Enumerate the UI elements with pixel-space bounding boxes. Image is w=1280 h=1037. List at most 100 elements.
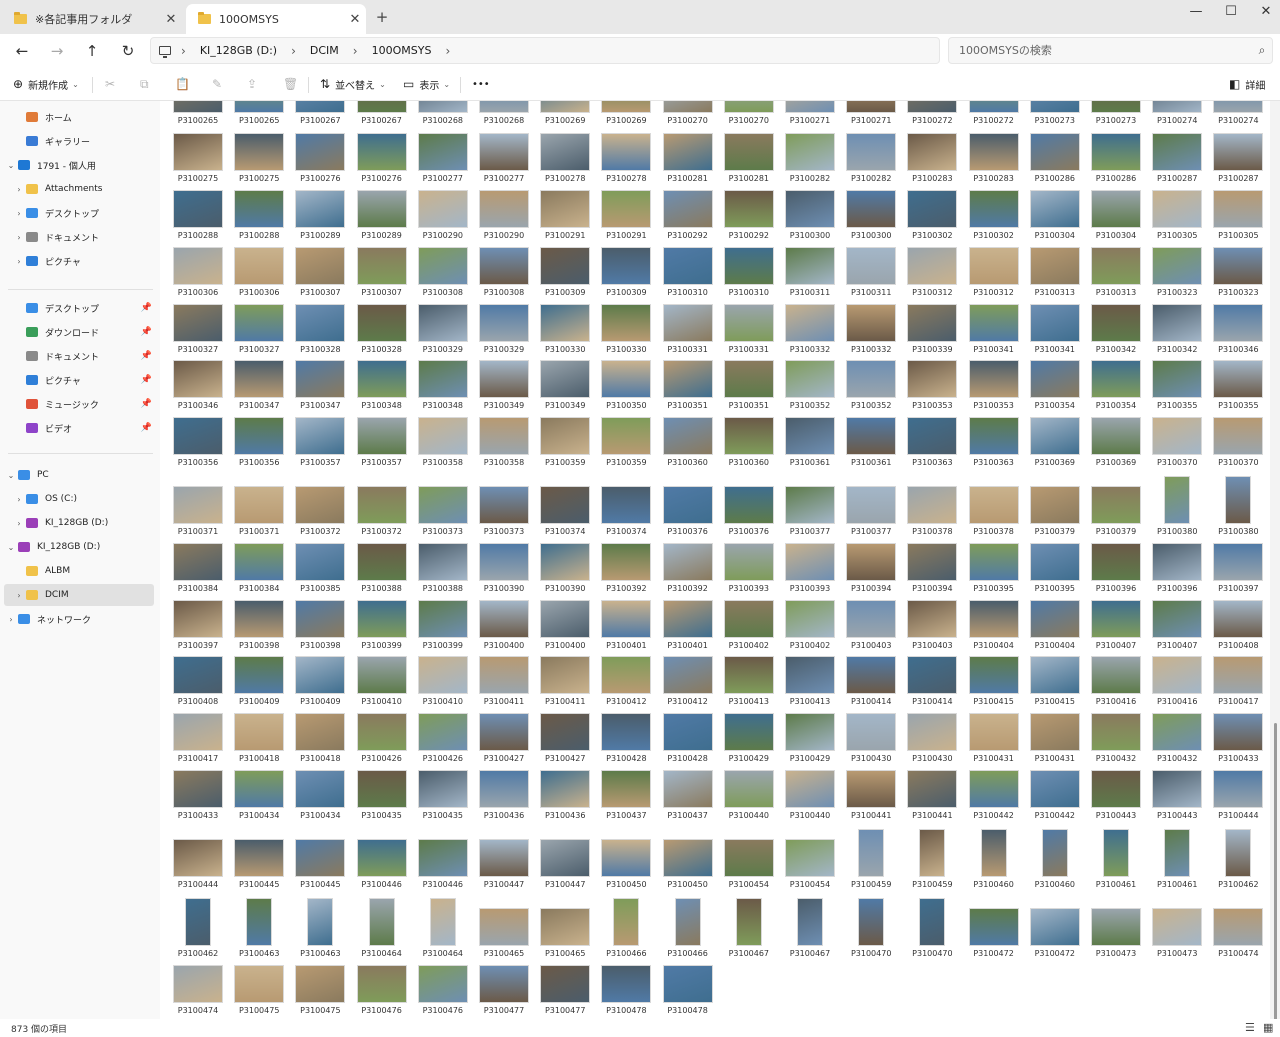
photo-thumbnail[interactable]: P3100450 bbox=[659, 839, 717, 895]
photo-thumbnail[interactable]: P3100466 bbox=[659, 898, 717, 964]
photo-thumbnail[interactable]: P3100410 bbox=[414, 656, 472, 712]
photo-thumbnail[interactable]: P3100443 bbox=[1087, 770, 1145, 826]
photo-thumbnail[interactable]: P3100380 bbox=[1209, 476, 1267, 542]
sidebar-item[interactable]: › ドキュメント bbox=[4, 226, 154, 248]
photo-thumbnail[interactable]: P3100351 bbox=[720, 360, 778, 416]
expand-chevron-icon[interactable]: › bbox=[12, 591, 26, 600]
photo-thumbnail[interactable]: P3100323 bbox=[1209, 247, 1267, 303]
photo-thumbnail[interactable]: P3100396 bbox=[1087, 543, 1145, 599]
photo-thumbnail[interactable]: P3100353 bbox=[965, 360, 1023, 416]
forward-button[interactable]: → bbox=[45, 39, 69, 63]
photo-thumbnail[interactable]: P3100444 bbox=[169, 839, 227, 895]
photo-thumbnail[interactable]: P3100401 bbox=[597, 600, 655, 656]
photo-thumbnail[interactable]: P3100466 bbox=[597, 898, 655, 964]
photo-thumbnail[interactable]: P3100356 bbox=[169, 417, 227, 473]
photo-thumbnail[interactable]: P3100437 bbox=[659, 770, 717, 826]
photo-thumbnail[interactable]: P3100311 bbox=[842, 247, 900, 303]
scrollbar-thumb[interactable] bbox=[1274, 723, 1277, 1023]
photo-thumbnail[interactable]: P3100462 bbox=[1209, 829, 1267, 895]
photo-thumbnail[interactable]: P3100473 bbox=[1148, 908, 1206, 964]
breadcrumb[interactable]: › KI_128GB (D:) › DCIM › 100OMSYS › bbox=[150, 37, 940, 64]
photo-thumbnail[interactable]: P3100437 bbox=[597, 770, 655, 826]
photo-thumbnail[interactable]: P3100397 bbox=[1209, 543, 1267, 599]
photo-thumbnail[interactable]: P3100432 bbox=[1087, 713, 1145, 769]
photo-thumbnail[interactable]: P3100373 bbox=[414, 486, 472, 542]
photo-thumbnail[interactable]: P3100435 bbox=[414, 770, 472, 826]
photo-thumbnail[interactable]: P3100348 bbox=[353, 360, 411, 416]
photo-thumbnail[interactable]: P3100407 bbox=[1087, 600, 1145, 656]
photo-thumbnail[interactable]: P3100393 bbox=[781, 543, 839, 599]
photo-thumbnail[interactable]: P3100350 bbox=[597, 360, 655, 416]
search-box[interactable]: ⌕ bbox=[948, 37, 1273, 64]
rename-icon[interactable]: ✎ bbox=[212, 75, 222, 93]
photo-thumbnail[interactable]: P3100379 bbox=[1087, 486, 1145, 542]
photo-thumbnail[interactable]: P3100347 bbox=[291, 360, 349, 416]
photo-thumbnail[interactable]: P3100353 bbox=[903, 360, 961, 416]
photo-thumbnail[interactable]: P3100363 bbox=[903, 417, 961, 473]
photo-thumbnail[interactable]: P3100398 bbox=[291, 600, 349, 656]
photo-thumbnail[interactable]: P3100461 bbox=[1087, 829, 1145, 895]
photo-thumbnail[interactable]: P3100459 bbox=[903, 829, 961, 895]
photo-thumbnail[interactable]: P3100275 bbox=[230, 133, 288, 189]
photo-thumbnail[interactable]: P3100460 bbox=[1026, 829, 1084, 895]
photo-thumbnail[interactable]: P3100359 bbox=[536, 417, 594, 473]
photo-thumbnail[interactable]: P3100473 bbox=[1087, 908, 1145, 964]
more-options-button[interactable]: ••• bbox=[472, 75, 490, 93]
photo-thumbnail[interactable]: P3100372 bbox=[353, 486, 411, 542]
delete-icon[interactable]: 🗑 bbox=[283, 75, 298, 93]
photo-thumbnail[interactable]: P3100464 bbox=[414, 898, 472, 964]
photo-thumbnail[interactable]: P3100341 bbox=[1026, 304, 1084, 360]
photo-thumbnail[interactable]: P3100413 bbox=[781, 656, 839, 712]
photo-thumbnail[interactable]: P3100404 bbox=[965, 600, 1023, 656]
photo-thumbnail[interactable]: P3100447 bbox=[475, 839, 533, 895]
photo-thumbnail[interactable]: P3100323 bbox=[1148, 247, 1206, 303]
photo-thumbnail[interactable]: P3100472 bbox=[1026, 908, 1084, 964]
photo-thumbnail[interactable]: P3100436 bbox=[475, 770, 533, 826]
photo-thumbnail[interactable]: P3100410 bbox=[353, 656, 411, 712]
chevron-right-icon[interactable]: › bbox=[353, 44, 358, 58]
photo-thumbnail[interactable]: P3100304 bbox=[1026, 190, 1084, 246]
photo-thumbnail[interactable]: P3100407 bbox=[1148, 600, 1206, 656]
photo-thumbnail[interactable]: P3100477 bbox=[475, 965, 533, 1019]
photo-thumbnail[interactable]: P3100283 bbox=[965, 133, 1023, 189]
photo-thumbnail[interactable]: P3100467 bbox=[781, 898, 839, 964]
photo-thumbnail[interactable]: P3100341 bbox=[965, 304, 1023, 360]
sidebar-item[interactable]: › ピクチャ bbox=[4, 250, 154, 272]
expand-chevron-icon[interactable]: ⌄ bbox=[4, 161, 18, 170]
photo-thumbnail[interactable]: P3100328 bbox=[353, 304, 411, 360]
photo-thumbnail[interactable]: P3100462 bbox=[169, 898, 227, 964]
photo-thumbnail[interactable]: P3100470 bbox=[842, 898, 900, 964]
photo-thumbnail[interactable]: P3100356 bbox=[230, 417, 288, 473]
photo-thumbnail[interactable]: P3100441 bbox=[903, 770, 961, 826]
photo-thumbnail[interactable]: P3100392 bbox=[659, 543, 717, 599]
photo-thumbnail[interactable]: P3100440 bbox=[720, 770, 778, 826]
photo-thumbnail[interactable]: P3100414 bbox=[842, 656, 900, 712]
photo-thumbnail[interactable]: P3100292 bbox=[720, 190, 778, 246]
photo-thumbnail[interactable]: P3100288 bbox=[169, 190, 227, 246]
close-tab-icon[interactable]: ✕ bbox=[344, 12, 366, 27]
photo-thumbnail[interactable]: P3100478 bbox=[597, 965, 655, 1019]
photo-thumbnail[interactable]: P3100411 bbox=[475, 656, 533, 712]
photo-thumbnail[interactable]: P3100400 bbox=[536, 600, 594, 656]
photo-thumbnail[interactable]: P3100417 bbox=[169, 713, 227, 769]
photo-thumbnail[interactable]: P3100361 bbox=[842, 417, 900, 473]
photo-thumbnail[interactable]: P3100393 bbox=[720, 543, 778, 599]
photo-thumbnail[interactable]: P3100434 bbox=[291, 770, 349, 826]
photo-thumbnail[interactable]: P3100327 bbox=[169, 304, 227, 360]
expand-chevron-icon[interactable]: › bbox=[4, 615, 18, 624]
photo-thumbnail[interactable]: P3100271 bbox=[842, 101, 900, 131]
photo-thumbnail[interactable]: P3100450 bbox=[597, 839, 655, 895]
sidebar-item[interactable]: › OS (C:) bbox=[4, 488, 154, 510]
photo-thumbnail[interactable]: P3100474 bbox=[1209, 908, 1267, 964]
photo-thumbnail[interactable]: P3100265 bbox=[230, 101, 288, 131]
photo-thumbnail[interactable]: P3100370 bbox=[1209, 417, 1267, 473]
back-button[interactable]: ← bbox=[10, 39, 34, 63]
details-view-icon[interactable]: ☰ bbox=[1245, 1021, 1255, 1034]
photo-thumbnail[interactable]: P3100427 bbox=[475, 713, 533, 769]
photo-thumbnail[interactable]: P3100278 bbox=[597, 133, 655, 189]
photo-thumbnail[interactable]: P3100454 bbox=[781, 839, 839, 895]
new-button[interactable]: ⊕ 新規作成 ⌄ bbox=[13, 75, 79, 93]
photo-thumbnail[interactable]: P3100354 bbox=[1087, 360, 1145, 416]
close-tab-icon[interactable]: ✕ bbox=[160, 12, 182, 27]
photo-thumbnail[interactable]: P3100475 bbox=[291, 965, 349, 1019]
